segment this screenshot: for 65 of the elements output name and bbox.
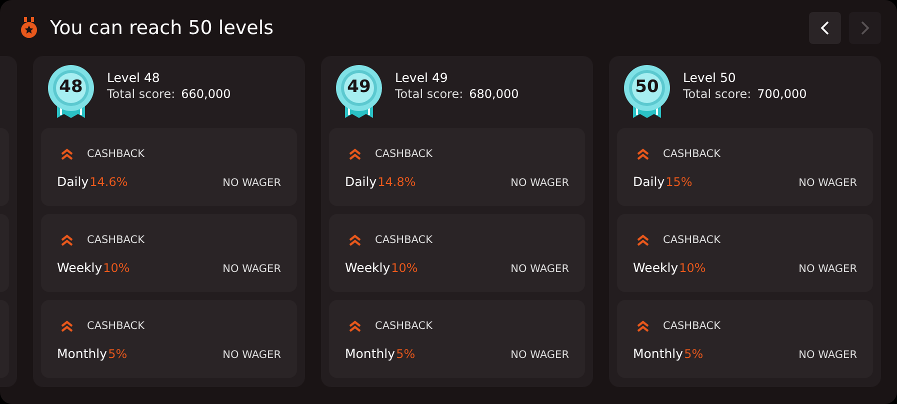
perk-period: Monthly (633, 346, 684, 361)
perk-period: Daily (57, 174, 89, 189)
medal-icon (20, 17, 38, 39)
level-name: Level 49 (395, 70, 449, 84)
chevron-right-icon (860, 20, 870, 36)
wager-label: NO WAGER (222, 263, 281, 275)
score-value: 700,000 (757, 86, 807, 100)
previous-button[interactable] (809, 12, 841, 44)
perk-label: CASHBACK (375, 320, 432, 332)
double-chevron-icon (61, 234, 73, 246)
double-chevron-icon (637, 234, 649, 246)
perk-value: 10% (679, 261, 707, 275)
perk-label: CASHBACK (375, 148, 432, 160)
level-number: 49 (346, 77, 372, 97)
ribbon-badge-icon (333, 64, 385, 120)
double-chevron-icon (637, 148, 649, 160)
wager-label: NO WAGER (798, 349, 857, 361)
perk-period: Daily (633, 174, 665, 189)
wager-label: NO WAGER (222, 177, 281, 189)
perk-period: Weekly (57, 260, 102, 275)
perk-value: 14.6% (90, 175, 129, 189)
perk-value: 10% (391, 261, 419, 275)
perk-period: Monthly (57, 346, 108, 361)
ribbon-badge-icon (45, 64, 97, 120)
score-label: Total score: (395, 86, 464, 100)
panel-title: You can reach 50 levels (50, 17, 275, 39)
level-name: Level 50 (683, 70, 737, 84)
wager-label: NO WAGER (510, 263, 569, 275)
perk-label: CASHBACK (375, 234, 432, 246)
double-chevron-icon (349, 320, 361, 332)
level-name: Level 48 (107, 70, 161, 84)
perk-period: Weekly (633, 260, 678, 275)
perk-period: Monthly (345, 346, 396, 361)
double-chevron-icon (637, 320, 649, 332)
double-chevron-icon (61, 320, 73, 332)
perk-value: 5% (684, 347, 704, 361)
wager-label: NO WAGER (798, 177, 857, 189)
wager-label: NO WAGER (510, 349, 569, 361)
double-chevron-icon (61, 148, 73, 160)
perk-period: Daily (345, 174, 377, 189)
level-number: 48 (58, 77, 84, 97)
perk-label: CASHBACK (663, 148, 720, 160)
wager-label: NO WAGER (798, 263, 857, 275)
score-label: Total score: (107, 86, 176, 100)
score-label: Total score: (683, 86, 752, 100)
level-number: 50 (634, 77, 660, 97)
wager-label: NO WAGER (510, 177, 569, 189)
perk-label: CASHBACK (87, 234, 144, 246)
perk-label: CASHBACK (87, 148, 144, 160)
score-value: 660,000 (181, 86, 231, 100)
double-chevron-icon (349, 148, 361, 160)
double-chevron-icon (349, 234, 361, 246)
perk-value: 10% (103, 261, 131, 275)
perk-label: CASHBACK (663, 234, 720, 246)
perk-value: 5% (396, 347, 416, 361)
wager-label: NO WAGER (222, 349, 281, 361)
perk-value: 5% (108, 347, 128, 361)
score-value: 680,000 (469, 86, 519, 100)
perk-label: CASHBACK (663, 320, 720, 332)
perk-period: Weekly (345, 260, 390, 275)
perk-value: 15% (666, 175, 694, 189)
perk-value: 14.8% (378, 175, 417, 189)
perk-label: CASHBACK (87, 320, 144, 332)
ribbon-badge-icon (621, 64, 673, 120)
chevron-left-icon (820, 20, 830, 36)
